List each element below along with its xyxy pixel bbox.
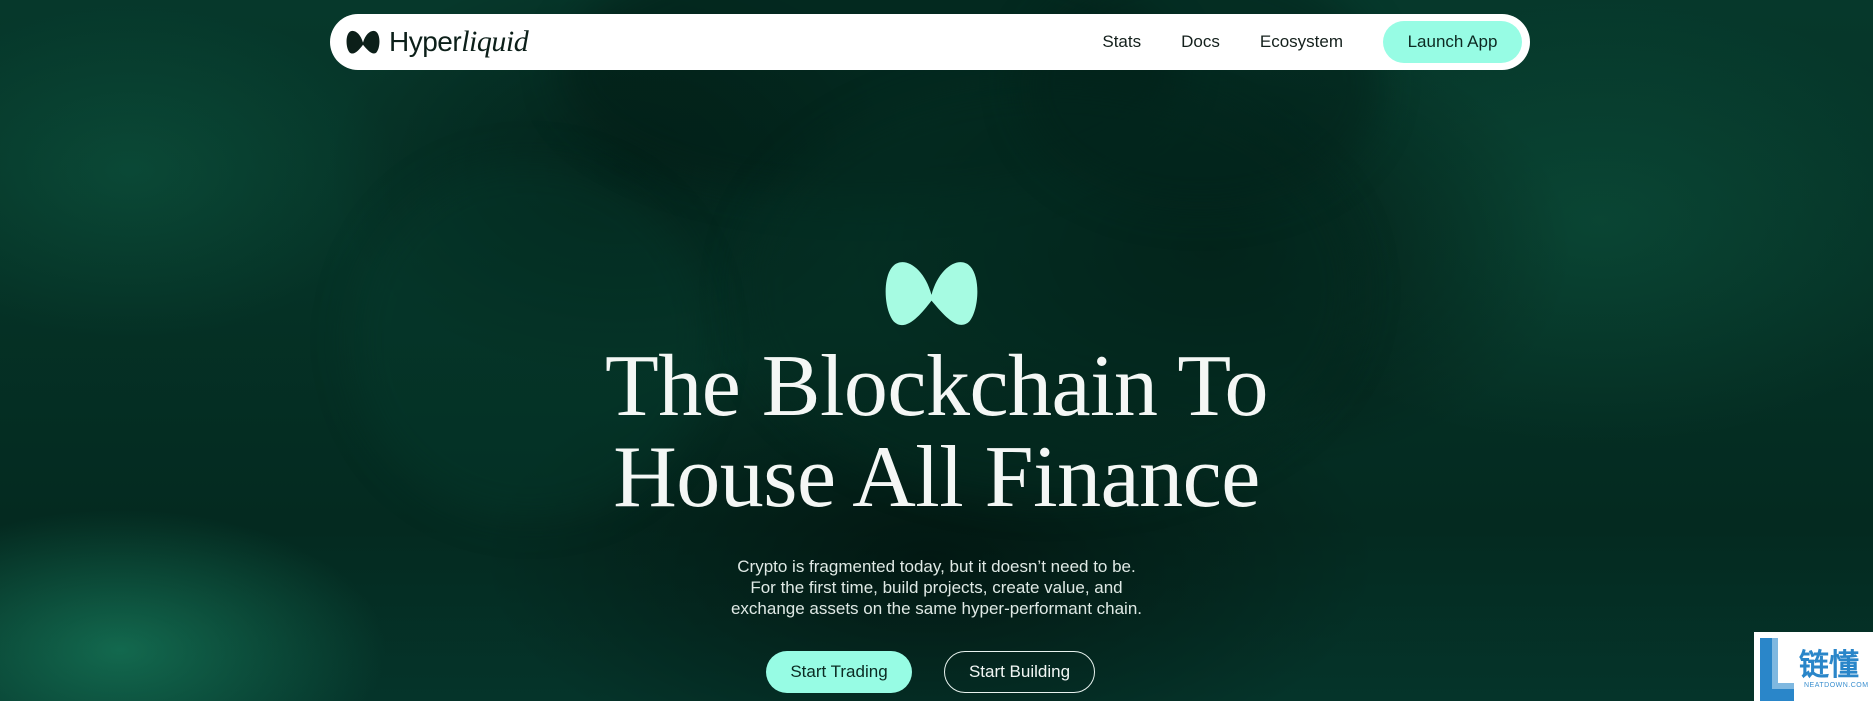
start-trading-button[interactable]: Start Trading bbox=[766, 651, 912, 693]
watermark-l-icon bbox=[1760, 638, 1794, 701]
hero-subtitle: Crypto is fragmented today, but it doesn… bbox=[0, 556, 1873, 619]
nav-link-docs[interactable]: Docs bbox=[1181, 32, 1220, 52]
top-navbar: Hyperliquid Stats Docs Ecosystem Launch … bbox=[330, 14, 1530, 70]
brand-name-regular: Hyper bbox=[389, 26, 462, 57]
hero-subtitle-line: Crypto is fragmented today, but it doesn… bbox=[737, 557, 1136, 576]
hero-title: The Blockchain To House All Finance bbox=[0, 341, 1873, 523]
nav-link-stats[interactable]: Stats bbox=[1102, 32, 1141, 52]
hero-subtitle-line: For the first time, build projects, crea… bbox=[750, 578, 1123, 597]
hyperliquid-logo-icon bbox=[885, 262, 978, 326]
brand-logo[interactable]: Hyperliquid bbox=[346, 25, 529, 59]
start-building-button[interactable]: Start Building bbox=[944, 651, 1095, 693]
nav-link-ecosystem[interactable]: Ecosystem bbox=[1260, 32, 1343, 52]
hero-subtitle-line: exchange assets on the same hyper-perfor… bbox=[730, 599, 1143, 618]
watermark-en-text: NEATDOWN.COM bbox=[1804, 682, 1869, 689]
hyperliquid-logo-icon bbox=[346, 30, 380, 54]
hero-title-line: House All Finance bbox=[613, 429, 1260, 526]
hero-title-line: The Blockchain To bbox=[604, 338, 1269, 435]
watermark-logo: 链懂 NEATDOWN.COM bbox=[1754, 632, 1873, 701]
brand-name-italic: liquid bbox=[461, 25, 529, 58]
brand-name: Hyperliquid bbox=[389, 25, 529, 59]
launch-app-button[interactable]: Launch App bbox=[1383, 21, 1522, 63]
watermark-cn-text: 链懂 bbox=[1799, 648, 1859, 683]
nav-links: Stats Docs Ecosystem Launch App bbox=[1102, 20, 1522, 64]
